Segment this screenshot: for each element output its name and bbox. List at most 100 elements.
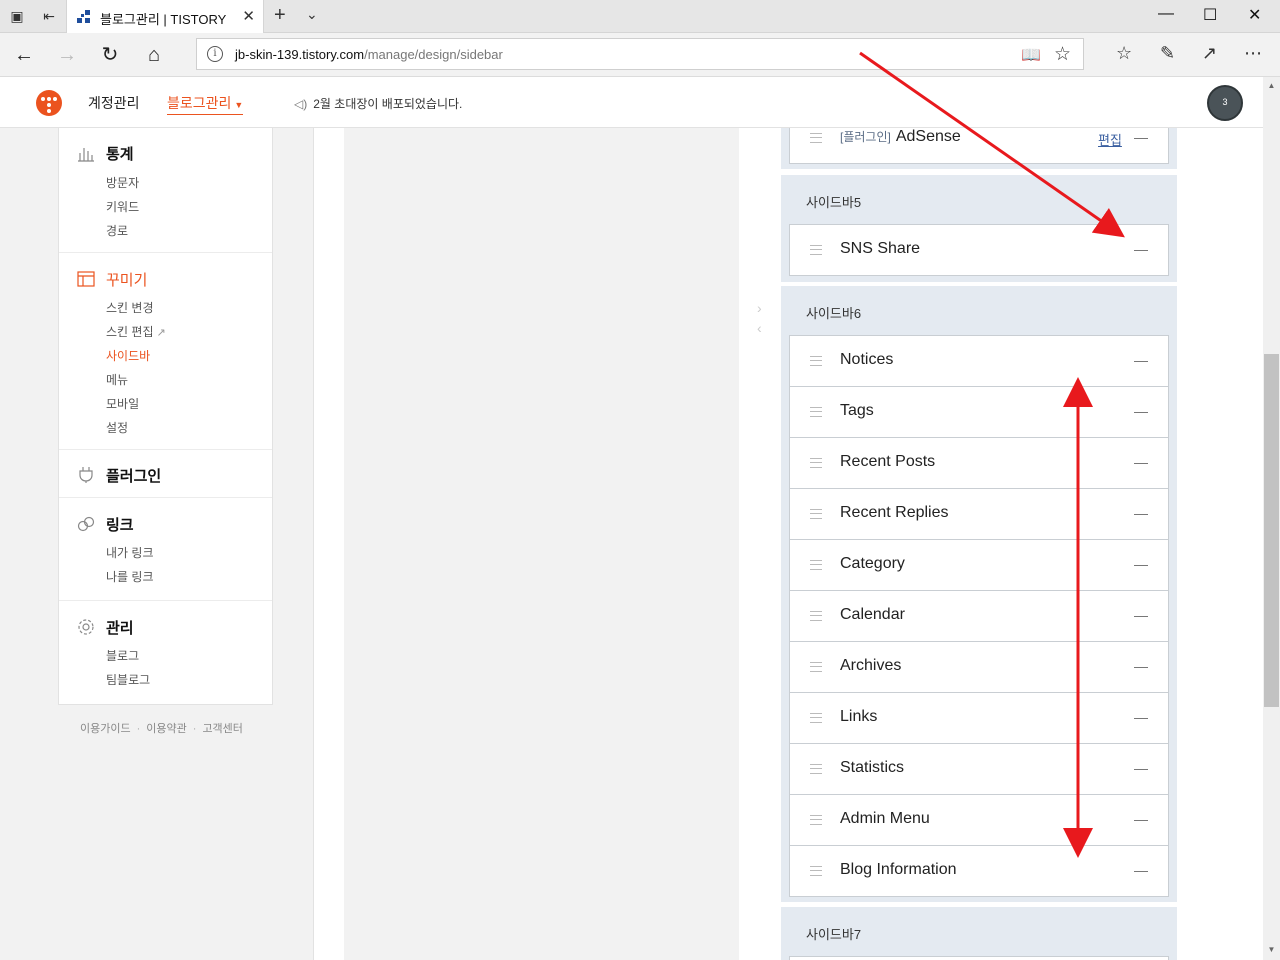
- scroll-down-icon[interactable]: ▼: [1263, 945, 1280, 954]
- module-name: Admin Menu: [840, 810, 930, 827]
- remove-icon[interactable]: [1134, 412, 1148, 413]
- drag-handle-icon[interactable]: [810, 356, 822, 366]
- sidebar-group-link: 링크 내가 링크 나를 링크: [59, 498, 272, 601]
- module-name: AdSense: [895, 128, 961, 145]
- module-item[interactable]: Admin Menu: [789, 794, 1169, 846]
- module-item[interactable]: SNS Share: [789, 224, 1169, 276]
- sidebar-sub-keywords[interactable]: 키워드: [106, 195, 272, 219]
- reading-view-icon[interactable]: 📖: [1021, 45, 1041, 65]
- refresh-icon[interactable]: ↻: [98, 43, 122, 67]
- minimize-icon[interactable]: —: [1158, 5, 1174, 23]
- remove-icon[interactable]: [1134, 718, 1148, 719]
- drag-handle-icon[interactable]: [810, 245, 822, 255]
- sidebar-sub-mobile[interactable]: 모바일: [106, 392, 272, 416]
- blog-manage-link[interactable]: 블로그관리 ▼: [167, 93, 244, 115]
- forward-icon[interactable]: →: [55, 43, 79, 67]
- external-link-icon: ↗: [156, 327, 166, 339]
- drag-handle-icon[interactable]: [810, 611, 822, 621]
- module-item[interactable]: Category: [789, 539, 1169, 591]
- set-aside-tabs-icon[interactable]: ⇤: [40, 8, 58, 24]
- module-item[interactable]: [789, 956, 1169, 960]
- module-adsense[interactable]: [플러그인] AdSense 편집: [789, 128, 1169, 164]
- back-icon[interactable]: ←: [12, 43, 36, 67]
- chevron-down-icon[interactable]: ⌄: [306, 6, 318, 23]
- new-tab-icon[interactable]: +: [274, 4, 286, 27]
- module-name: Links: [840, 708, 878, 725]
- sidebar-sub-team-blog[interactable]: 팀블로그: [106, 668, 272, 692]
- favorite-star-icon[interactable]: ☆: [1054, 43, 1071, 66]
- sidebar-sub-links-to-me[interactable]: 나를 링크: [106, 565, 272, 589]
- panel-toggle[interactable]: › ‹: [757, 298, 762, 338]
- drag-handle-icon[interactable]: [810, 713, 822, 723]
- sidebar-sub-visitors[interactable]: 방문자: [106, 171, 272, 195]
- remove-icon[interactable]: [1134, 667, 1148, 668]
- share-icon[interactable]: ↗: [1202, 43, 1217, 64]
- sidebar-sub-path[interactable]: 경로: [106, 219, 272, 243]
- pen-icon[interactable]: ✎: [1160, 43, 1175, 64]
- sidebar-sub-menu[interactable]: 메뉴: [106, 368, 272, 392]
- avatar[interactable]: 3: [1207, 85, 1243, 121]
- drag-handle-icon[interactable]: [810, 509, 822, 519]
- remove-icon[interactable]: [1134, 565, 1148, 566]
- sidebar-item-manage[interactable]: 관리: [77, 616, 272, 638]
- sidebar-item-stats[interactable]: 통계: [77, 142, 272, 164]
- sidebar-sub-sidebar[interactable]: 사이드바: [106, 344, 272, 368]
- close-window-icon[interactable]: ✕: [1248, 5, 1261, 25]
- sidebar-item-plugin[interactable]: 플러그인: [77, 464, 272, 486]
- drag-handle-icon[interactable]: [810, 662, 822, 672]
- support-link[interactable]: 고객센터: [202, 723, 242, 735]
- more-icon[interactable]: ⋯: [1244, 43, 1262, 64]
- sidebar-sub-settings[interactable]: 설정: [106, 416, 272, 440]
- drag-handle-icon[interactable]: [810, 133, 822, 143]
- remove-icon[interactable]: [1134, 514, 1148, 515]
- remove-icon[interactable]: [1134, 769, 1148, 770]
- module-item[interactable]: Links: [789, 692, 1169, 744]
- notice-banner[interactable]: ◁) 2월 초대장이 배포되었습니다.: [294, 95, 462, 112]
- vertical-scrollbar[interactable]: ▲ ▼: [1263, 77, 1280, 960]
- scroll-up-icon[interactable]: ▲: [1263, 81, 1280, 90]
- module-name: SNS Share: [840, 240, 921, 257]
- home-icon[interactable]: ⌂: [142, 43, 166, 67]
- module-item[interactable]: Archives: [789, 641, 1169, 693]
- remove-icon[interactable]: [1134, 250, 1148, 251]
- close-tab-icon[interactable]: ✕: [242, 7, 255, 25]
- drag-handle-icon[interactable]: [810, 407, 822, 417]
- remove-icon[interactable]: [1134, 820, 1148, 821]
- favorites-hub-icon[interactable]: ☆: [1116, 43, 1132, 64]
- module-item[interactable]: Blog Information: [789, 845, 1169, 897]
- sidebar-item-design[interactable]: 꾸미기: [77, 268, 272, 290]
- module-item[interactable]: Calendar: [789, 590, 1169, 642]
- sidebar-sub-skin-change[interactable]: 스킨 변경: [106, 296, 272, 320]
- remove-icon[interactable]: [1134, 463, 1148, 464]
- remove-icon[interactable]: [1134, 361, 1148, 362]
- module-item[interactable]: Recent Replies: [789, 488, 1169, 540]
- module-item[interactable]: Notices: [789, 335, 1169, 387]
- tistory-logo-icon[interactable]: [36, 90, 62, 116]
- remove-icon[interactable]: [1134, 138, 1148, 139]
- tab-manager-icon[interactable]: ▣: [8, 8, 26, 24]
- guide-link[interactable]: 이용가이드: [80, 723, 131, 735]
- drag-handle-icon[interactable]: [810, 458, 822, 468]
- sidebar-slot-6: 사이드바6 Notices Tags Recent Posts Recent Repl…: [781, 286, 1177, 902]
- scrollbar-thumb[interactable]: [1264, 354, 1279, 707]
- module-item[interactable]: Tags: [789, 386, 1169, 438]
- drag-handle-icon[interactable]: [810, 764, 822, 774]
- module-item[interactable]: Statistics: [789, 743, 1169, 795]
- remove-icon[interactable]: [1134, 871, 1148, 872]
- edit-link[interactable]: 편집: [1098, 130, 1122, 149]
- sidebar-item-link[interactable]: 링크: [77, 513, 272, 535]
- sidebar-sub-my-links[interactable]: 내가 링크: [106, 541, 272, 565]
- drag-handle-icon[interactable]: [810, 866, 822, 876]
- module-item[interactable]: Recent Posts: [789, 437, 1169, 489]
- drag-handle-icon[interactable]: [810, 815, 822, 825]
- sidebar-sub-skin-edit[interactable]: 스킨 편집 ↗: [106, 320, 272, 344]
- site-info-icon[interactable]: i: [207, 46, 223, 62]
- drag-handle-icon[interactable]: [810, 560, 822, 570]
- sidebar-sub-blog[interactable]: 블로그: [106, 644, 272, 668]
- url-field[interactable]: i jb-skin-139.tistory.com/manage/design/…: [196, 38, 1084, 70]
- remove-icon[interactable]: [1134, 616, 1148, 617]
- account-manage-link[interactable]: 계정관리: [88, 93, 140, 113]
- terms-link[interactable]: 이용약관: [146, 723, 186, 735]
- maximize-icon[interactable]: ☐: [1203, 5, 1217, 25]
- browser-tab[interactable]: 블로그관리 | TISTORY ✕: [66, 0, 264, 33]
